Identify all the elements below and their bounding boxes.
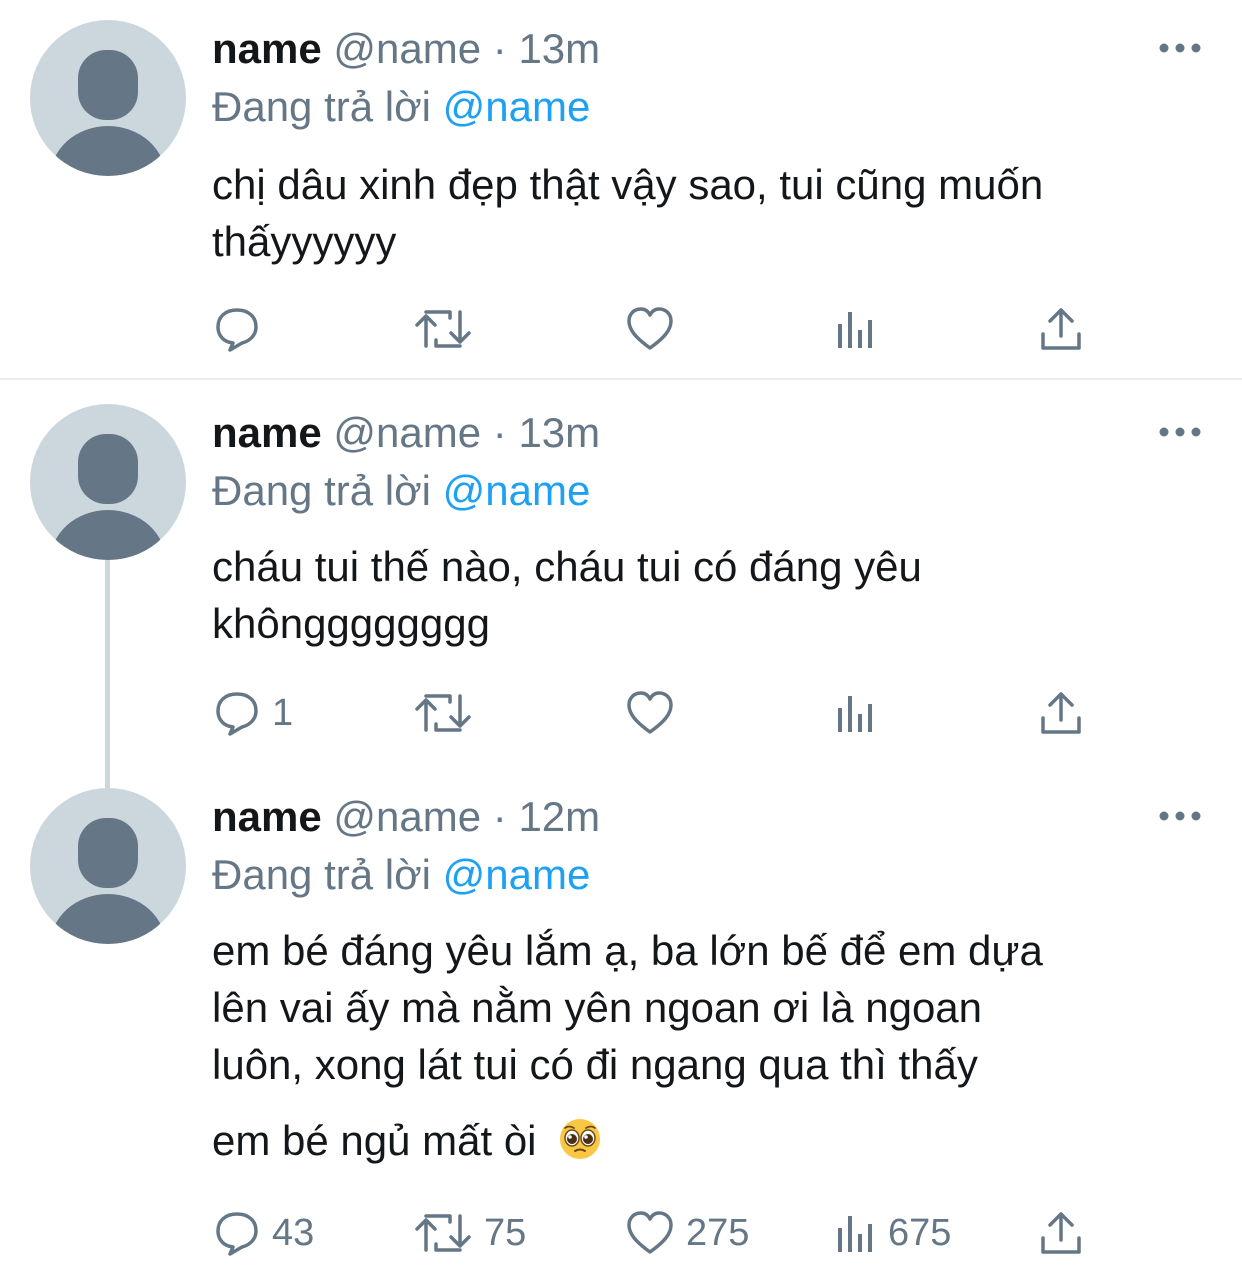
timestamp[interactable]: 13m bbox=[518, 409, 600, 456]
display-name[interactable]: name bbox=[212, 409, 322, 456]
share-button[interactable] bbox=[1040, 689, 1082, 737]
tweet-1[interactable]: name @name · 13m Đang trả lời @name chị … bbox=[0, 0, 1242, 380]
tweet-divider bbox=[0, 378, 1242, 380]
tweet-text-line: em bé ngủ mất òi bbox=[212, 1117, 537, 1164]
tweet-text: em bé đáng yêu lắm ạ, ba lớn bế để em dự… bbox=[212, 922, 1043, 1169]
tweet-2[interactable]: name @name · 13m Đang trả lời @name cháu… bbox=[0, 384, 1242, 784]
like-button[interactable] bbox=[626, 689, 686, 737]
reply-button[interactable]: 1 bbox=[214, 689, 293, 737]
reply-context: Đang trả lời @name bbox=[212, 84, 590, 130]
reply-bubble-icon bbox=[216, 308, 258, 352]
retweet-count: 75 bbox=[484, 1212, 527, 1254]
tweet-text-line: cháu tui thế nào, cháu tui có đáng yêu bbox=[212, 543, 922, 590]
handle[interactable]: @name bbox=[333, 409, 481, 456]
analytics-bars-icon bbox=[838, 1216, 872, 1252]
avatar[interactable] bbox=[30, 20, 186, 176]
display-name[interactable]: name bbox=[212, 25, 322, 72]
avatar[interactable] bbox=[30, 404, 186, 560]
tweet-text-line: luôn, xong lát tui có đi ngang qua thì t… bbox=[212, 1041, 978, 1088]
share-upload-icon bbox=[1041, 308, 1081, 350]
views-count: 675 bbox=[888, 1212, 952, 1254]
analytics-bars-icon bbox=[838, 312, 872, 348]
tweet-text-line: thấyyyyyy bbox=[212, 218, 397, 265]
views-button[interactable] bbox=[836, 305, 888, 353]
tweet-header: name @name · 12m bbox=[212, 794, 600, 840]
default-avatar-icon bbox=[50, 434, 166, 560]
share-button[interactable] bbox=[1040, 1209, 1082, 1257]
reply-prefix: Đang trả lời bbox=[212, 83, 431, 130]
separator-dot: · bbox=[492, 25, 507, 72]
retweet-button[interactable] bbox=[414, 689, 484, 737]
reply-prefix: Đang trả lời bbox=[212, 851, 431, 898]
share-button[interactable] bbox=[1040, 305, 1082, 353]
heart-icon bbox=[627, 691, 673, 734]
reply-count: 1 bbox=[272, 692, 294, 734]
reply-button[interactable] bbox=[214, 305, 272, 353]
tweet-text-line-with-emoji: em bé ngủ mất òi bbox=[212, 1112, 1043, 1169]
handle[interactable]: @name bbox=[333, 25, 481, 72]
default-avatar-icon bbox=[50, 50, 166, 176]
timestamp[interactable]: 13m bbox=[518, 25, 600, 72]
display-name[interactable]: name bbox=[212, 793, 322, 840]
avatar[interactable] bbox=[30, 788, 186, 944]
more-horizontal-icon[interactable] bbox=[1158, 420, 1202, 444]
handle[interactable]: @name bbox=[333, 793, 481, 840]
separator-dot: · bbox=[492, 793, 507, 840]
views-button[interactable]: 675 bbox=[836, 1209, 951, 1257]
timestamp[interactable]: 12m bbox=[518, 793, 600, 840]
pleading-face-emoji-icon bbox=[560, 1119, 601, 1159]
reply-mention-link[interactable]: @name bbox=[443, 467, 591, 514]
retweet-button[interactable] bbox=[414, 305, 484, 353]
views-button[interactable] bbox=[836, 689, 888, 737]
tweet-text-line: chị dâu xinh đẹp thật vậy sao, tui cũng … bbox=[212, 161, 1044, 208]
reply-prefix: Đang trả lời bbox=[212, 467, 431, 514]
like-button[interactable] bbox=[626, 305, 686, 353]
tweet-text: chị dâu xinh đẹp thật vậy sao, tui cũng … bbox=[212, 156, 1043, 270]
reply-bubble-icon bbox=[216, 1212, 258, 1256]
heart-icon bbox=[627, 1211, 673, 1254]
like-button[interactable]: 275 bbox=[626, 1209, 749, 1257]
retweet-icon bbox=[415, 694, 471, 732]
tweet-header: name @name · 13m bbox=[212, 26, 600, 72]
separator-dot: · bbox=[492, 409, 507, 456]
heart-icon bbox=[627, 307, 673, 350]
tweet-header: name @name · 13m bbox=[212, 410, 600, 456]
reply-context: Đang trả lời @name bbox=[212, 852, 590, 898]
tweet-text: cháu tui thế nào, cháu tui có đáng yêu k… bbox=[212, 538, 922, 652]
share-upload-icon bbox=[1041, 1212, 1081, 1254]
tweet-text-line: lên vai ấy mà nằm yên ngoan ơi là ngoan bbox=[212, 984, 983, 1031]
reply-bubble-icon bbox=[216, 692, 258, 736]
tweet-text-line: khôngggggggg bbox=[212, 600, 490, 647]
reply-count: 43 bbox=[272, 1212, 315, 1254]
tweet-text-line: em bé đáng yêu lắm ạ, ba lớn bế để em dự… bbox=[212, 927, 1043, 974]
retweet-icon bbox=[415, 1214, 471, 1252]
like-count: 275 bbox=[686, 1212, 750, 1254]
tweet-3[interactable]: name @name · 12m Đang trả lời @name em b… bbox=[0, 768, 1242, 1280]
retweet-button[interactable]: 75 bbox=[414, 1209, 526, 1257]
retweet-icon bbox=[415, 310, 471, 348]
reply-mention-link[interactable]: @name bbox=[443, 83, 591, 130]
reply-button[interactable]: 43 bbox=[214, 1209, 314, 1257]
reply-context: Đang trả lời @name bbox=[212, 468, 590, 514]
more-horizontal-icon[interactable] bbox=[1158, 804, 1202, 828]
analytics-bars-icon bbox=[838, 696, 872, 732]
more-horizontal-icon[interactable] bbox=[1158, 36, 1202, 60]
reply-mention-link[interactable]: @name bbox=[443, 851, 591, 898]
share-upload-icon bbox=[1041, 692, 1081, 734]
default-avatar-icon bbox=[50, 818, 166, 944]
